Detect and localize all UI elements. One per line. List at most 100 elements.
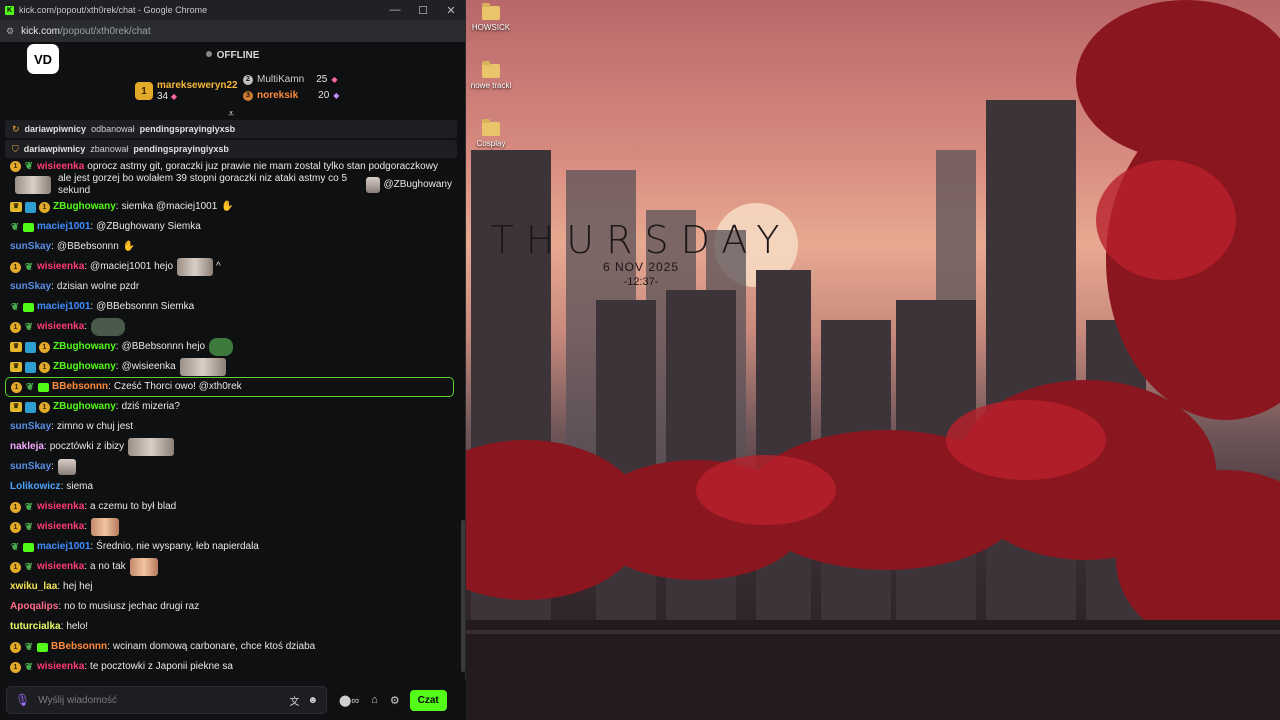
chat-username[interactable]: ZBughowany	[53, 201, 116, 213]
folder-icon	[482, 119, 500, 136]
chat-username[interactable]: wisieenka	[37, 561, 84, 573]
cat-emote-icon	[128, 438, 175, 456]
chat-username[interactable]: wisieenka	[37, 261, 84, 273]
chat-message-list[interactable]: ↻ dariawpiwnicy odbanował pendingsprayingi…	[0, 118, 462, 680]
chat-message: ❦ maciej1001: @BBebsonnn Siemka	[10, 301, 195, 313]
settings-gear-icon[interactable]: ⚙	[390, 694, 400, 707]
url-host: kick.com	[21, 25, 60, 37]
chat-username[interactable]: wisieenka	[37, 661, 84, 673]
leaf-badge-icon: ❦	[24, 501, 34, 513]
chat-username[interactable]: sunSkay	[10, 461, 51, 473]
chat-message: 1 ❦ wisieenka: te pocztowki z Japonii pie…	[0, 657, 462, 677]
maximize-button[interactable]: ☐	[409, 4, 437, 17]
subscriber-badge-icon	[38, 382, 49, 392]
minimize-button[interactable]: —	[381, 4, 409, 16]
browser-window: K kick.com/popout/xth0rek/chat - Google …	[0, 0, 466, 720]
close-button[interactable]: ✕	[437, 4, 465, 17]
verified-badge-icon	[25, 361, 36, 373]
verified-badge-icon	[25, 201, 36, 213]
cat-emote-icon	[179, 358, 226, 376]
leader-count: 20	[318, 90, 330, 101]
points-icon[interactable]: ⬤∞	[339, 694, 359, 707]
chat-username[interactable]: maciej1001	[37, 541, 90, 553]
leaderboard-third[interactable]: 3 noreksik 20 ◆	[243, 90, 339, 101]
desktop-icon-label: Cosplay	[476, 139, 506, 148]
desktop-folder-howsick[interactable]: HOWSICK	[466, 3, 516, 32]
url-path: /popout/xth0rek/chat	[59, 25, 151, 37]
chat-username[interactable]: nakleja	[10, 441, 44, 453]
chat-username[interactable]: maciej1001	[37, 301, 90, 313]
rank-badge-icon: 1	[10, 521, 21, 533]
leaderboard-second[interactable]: 2 MultiKamn 25 ◆	[243, 74, 338, 85]
chat-message: ♛ 1 ZBughowany: @BBebsonnn hejo	[0, 337, 462, 357]
chat-username[interactable]: ZBughowany	[53, 341, 116, 353]
leaf-badge-icon: ❦	[10, 301, 20, 313]
rank-badge-icon: 1	[10, 561, 21, 573]
chat-message: nakleja: pocztówki z ibizy	[0, 437, 462, 457]
cat-emote-icon	[15, 176, 51, 194]
chat-message: 1 ❦ wisieenka:	[0, 517, 462, 537]
stream-status: OFFLINE	[0, 50, 465, 61]
chat-text: zimno w chuj jest	[56, 421, 134, 432]
chat-username[interactable]: Lolikowicz	[10, 481, 61, 493]
rank-badge-icon: 1	[10, 641, 21, 653]
chat-input[interactable]	[38, 694, 282, 706]
chat-message: 1 ❦ wisieenka: a czemu to był blad	[0, 497, 462, 517]
desktop-wallpaper: HOWSICK nowe tracki Cosplay THURSDAY 6 N…	[466, 0, 1280, 720]
chat-message: 1 ❦ wisieenka oprocz astmy git, goraczki …	[0, 158, 462, 197]
chat-username[interactable]: Apoqalips	[10, 601, 58, 613]
date-widget: THURSDAY 6 NOV 2025 -12:37-	[476, 218, 806, 288]
cat-emote-icon	[177, 258, 214, 276]
crown-badge-icon: ♛	[10, 362, 22, 372]
chat-username[interactable]: sunSkay	[10, 241, 51, 253]
rank-badge-icon: 1	[39, 341, 50, 353]
chat-username[interactable]: tuturcialka	[10, 621, 61, 633]
time-text: -12:37-	[623, 276, 659, 288]
sys-target: pendingsprayingiyxsb	[133, 144, 229, 154]
chat-scrollbar[interactable]	[461, 520, 465, 672]
leaf-badge-icon: ❦	[10, 221, 20, 233]
chat-text: hej hej	[63, 581, 93, 592]
chat-username[interactable]: sunSkay	[10, 281, 51, 293]
chat-message: sunSkay: dzisian wolne pzdr	[10, 281, 140, 293]
rank-2-badge-icon: 2	[243, 74, 253, 85]
site-settings-icon[interactable]: ⚙	[6, 26, 14, 37]
chat-text: siema	[66, 481, 94, 492]
chat-username[interactable]: ZBughowany	[53, 361, 116, 373]
crown-badge-icon: ♛	[10, 402, 22, 412]
leaf-badge-icon: ❦	[24, 321, 34, 333]
address-bar[interactable]: ⚙ kick.com/popout/xth0rek/chat	[0, 20, 465, 42]
chat-username[interactable]: ZBughowany	[53, 401, 116, 413]
chat-username[interactable]: wisieenka	[37, 521, 84, 533]
translate-icon[interactable]: 文	[289, 693, 299, 708]
desktop-folder-cosplay[interactable]: Cosplay	[466, 119, 516, 148]
chat-input-box[interactable]: 🎙 文 ☻	[6, 686, 327, 714]
microphone-icon[interactable]: 🎙	[15, 693, 30, 707]
chat-text: te pocztowki z Japonii piekne sa	[90, 661, 233, 672]
chat-username[interactable]: BBebsonnn	[51, 641, 107, 653]
verified-badge-icon	[25, 401, 36, 413]
sys-action: odbanował	[91, 124, 135, 134]
chat-username[interactable]: wisieenka	[37, 321, 84, 333]
chat-username[interactable]: maciej1001	[37, 221, 90, 233]
emoji-icon[interactable]: ☻	[307, 695, 318, 706]
gift-icon: ◆	[170, 92, 178, 101]
city-skyline-wallpaper	[466, 0, 1280, 720]
chat-username[interactable]: wisieenka	[37, 501, 84, 513]
sticker-emote-icon	[366, 177, 381, 193]
store-icon[interactable]: ⌂	[371, 694, 378, 706]
cat-emote-icon	[57, 459, 76, 475]
chat-username[interactable]: xwiku_laa	[10, 581, 57, 593]
chat-text: pocztówki z ibizy	[49, 441, 125, 452]
chat-input-bar: 🎙 文 ☻ ⬤∞ ⌂ ⚙ Czat	[0, 680, 466, 720]
chat-username[interactable]: BBebsonnn	[52, 381, 108, 393]
chat-username[interactable]: wisieenka	[37, 161, 84, 172]
send-chat-button[interactable]: Czat	[409, 689, 447, 711]
rank-badge-icon: 1	[39, 201, 50, 213]
chat-username[interactable]: sunSkay	[10, 421, 51, 433]
rank-badge-icon: 1	[10, 661, 21, 673]
desktop-folder-nowe-tracki[interactable]: nowe tracki	[466, 61, 516, 90]
rank-3-badge-icon: 3	[243, 90, 253, 101]
leaderboard-first[interactable]: 1 marekseweryn22 34 ◆	[135, 80, 238, 102]
frog-emote-icon	[91, 318, 126, 336]
